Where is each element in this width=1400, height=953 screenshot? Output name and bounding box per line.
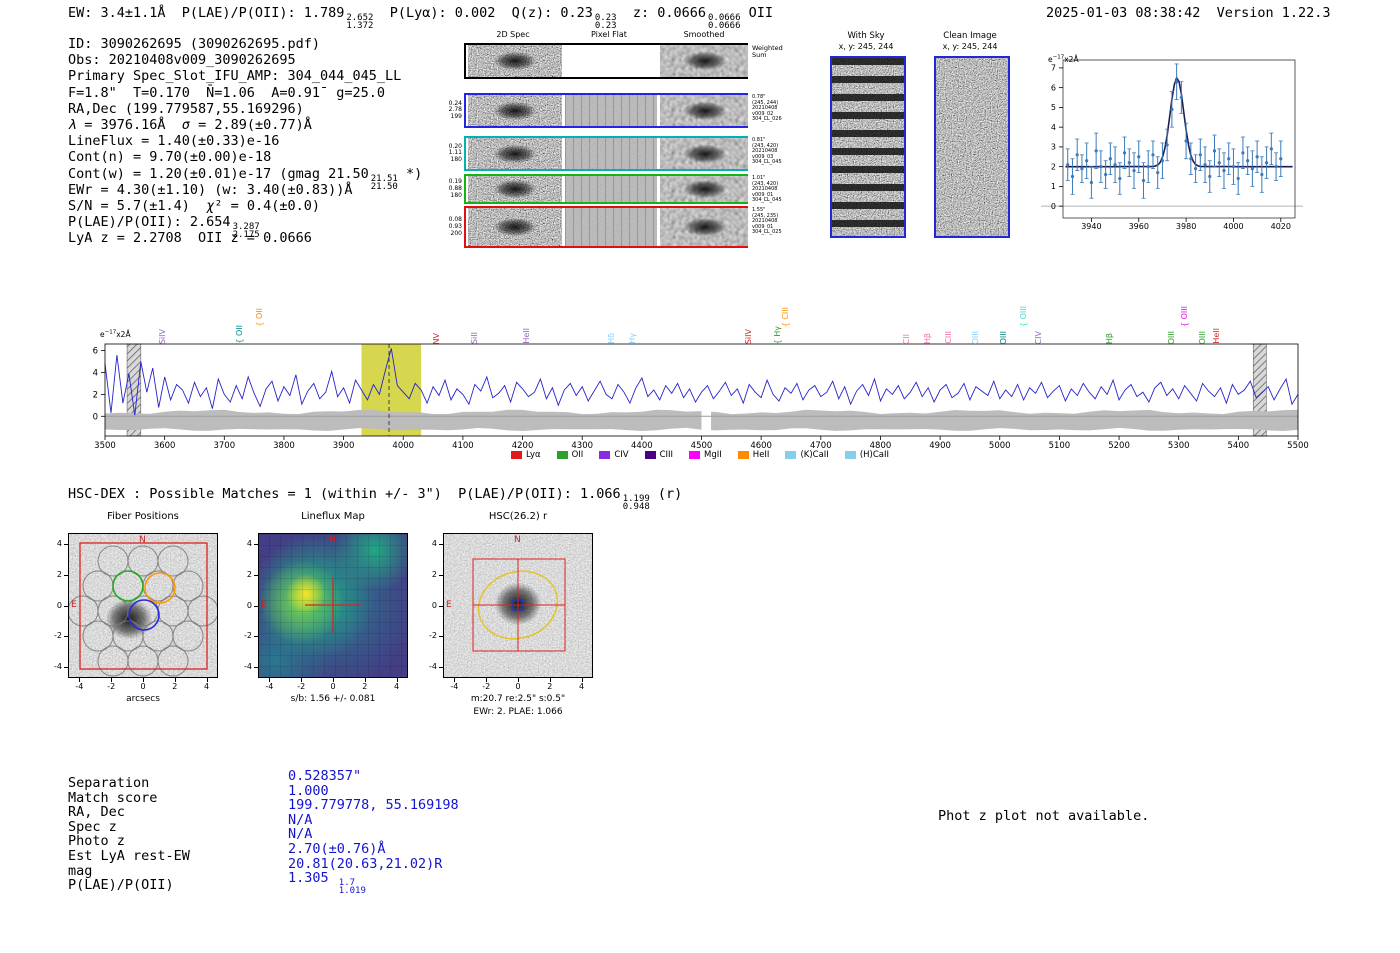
match-row-value: 2.70(±0.76)Å (288, 841, 386, 857)
match-row-label: Est LyA rest-EW (68, 848, 190, 864)
match-row-value: 0.528357" (288, 768, 362, 784)
match-row-value: N/A (288, 826, 313, 843)
match-row-value: 1.000 (288, 782, 329, 799)
sup-sub-range: 1.7 1.019 (338, 878, 366, 897)
catalog-match-table: Separation 0.528357" Match score 1.000 RA, D… (0, 0, 1400, 953)
match-row-value: 20.81(20.63,21.02)R (288, 855, 443, 872)
match-row-label: mag (68, 862, 93, 879)
match-row-value: 199.779778, 55.169198 (288, 797, 459, 814)
match-row-label: Spec z (68, 818, 117, 835)
match-row-label: Photo z (68, 833, 125, 850)
match-row-label: Match score (68, 789, 158, 806)
elixer-detection-report: EW: 3.4±1.1Å P(LAE)/P(OII): 1.789 2.652 1.… (0, 0, 1400, 953)
match-row-label: P(LAE)/P(OII) (68, 877, 174, 894)
match-row-label: Separation (68, 775, 150, 791)
photz-note: Phot z plot not available. (938, 808, 1150, 824)
text-run: 1.305 (288, 870, 337, 887)
match-row-value: N/A (288, 811, 313, 828)
match-row-label: RA, Dec (68, 804, 125, 821)
match-row-value: 1.305 1.7 1.019 (288, 870, 366, 897)
